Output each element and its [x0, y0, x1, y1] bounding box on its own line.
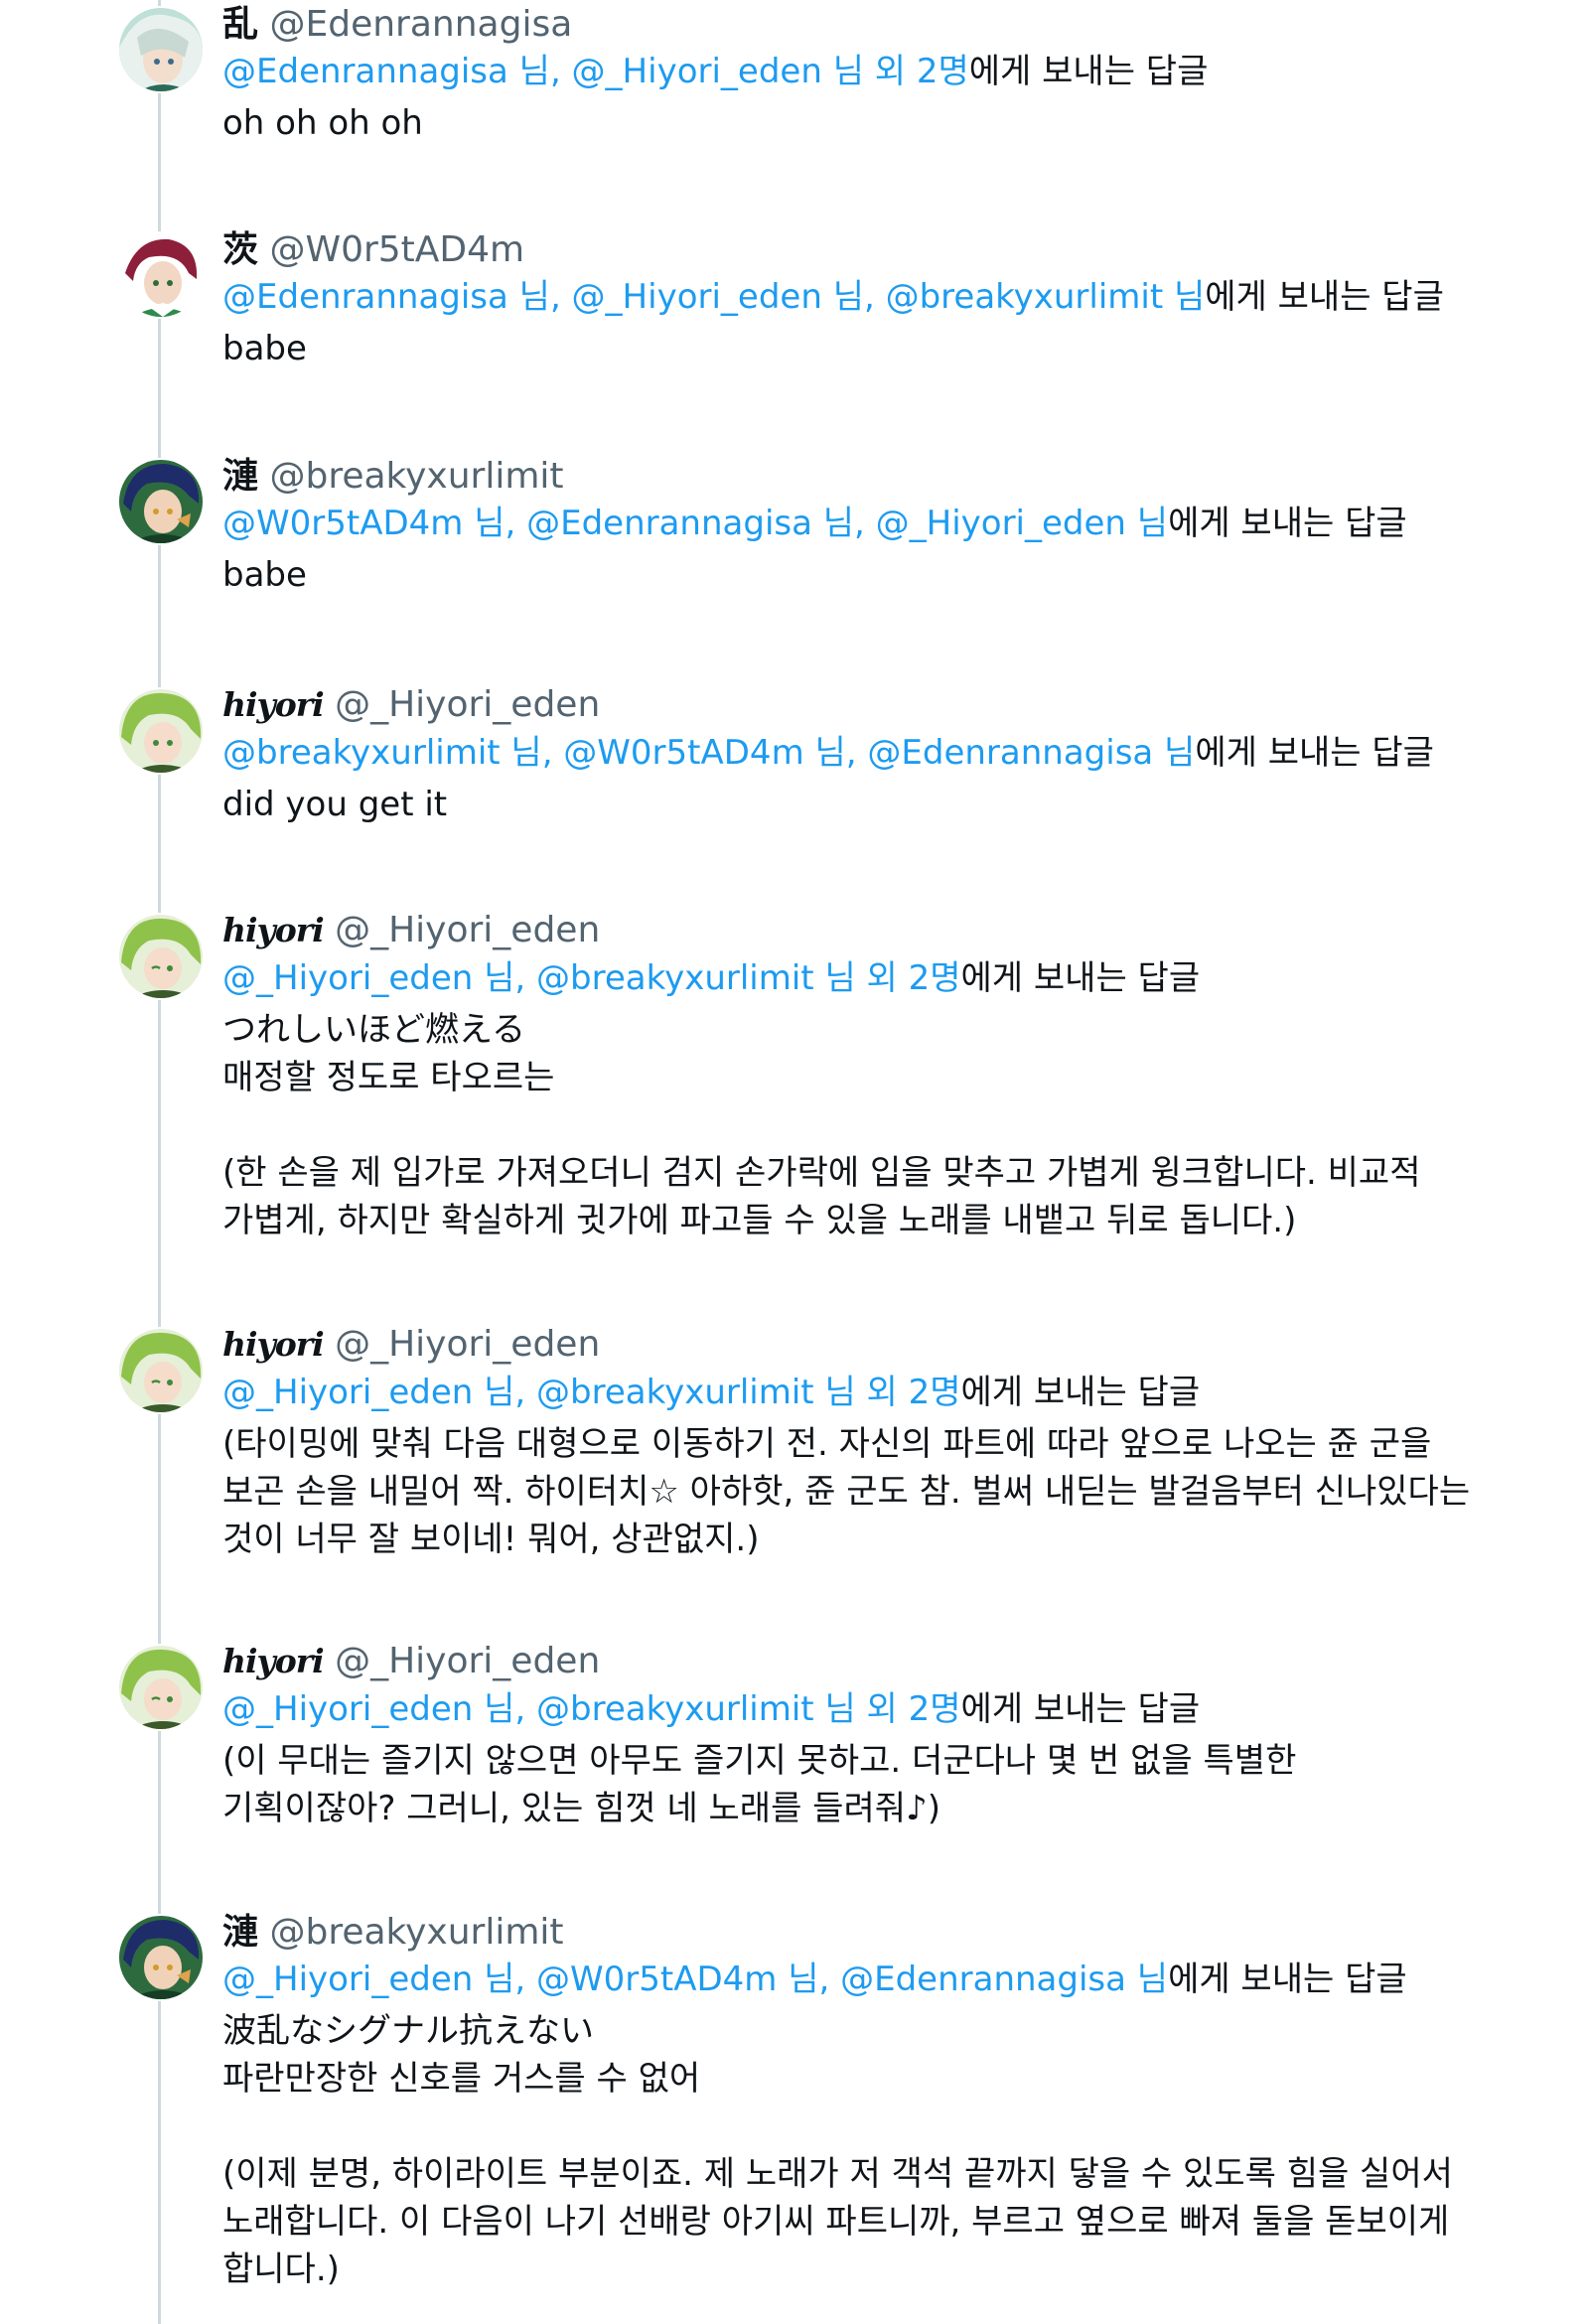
user-handle[interactable]: @breakyxurlimit: [269, 456, 563, 497]
reply-to-line: @_Hiyori_eden 님, @breakyxurlimit 님 외 2명에…: [222, 1369, 1514, 1416]
user-handle[interactable]: @breakyxurlimit: [269, 1912, 563, 1953]
jun-avatar[interactable]: [117, 458, 205, 545]
tweet-text: (타이밍에 맞춰 다음 대형으로 이동하기 전. 자신의 파트에 따라 앞으로 …: [222, 1424, 1471, 1559]
reply-to-line: @breakyxurlimit 님, @W0r5tAD4m 님, @Edenra…: [222, 729, 1514, 777]
reply-suffix: 에게 보내는 답글: [1168, 1960, 1407, 1999]
display-name[interactable]: hiyori: [222, 911, 325, 949]
reply-thread: 乱 @Edenrannagisa @Edenrannagisa 님, @_Hiy…: [0, 0, 1589, 2324]
reply-mentions[interactable]: @Edenrannagisa 님, @_Hiyori_eden 님, @brea…: [222, 277, 1205, 317]
tweet-text: 波乱なシグナル抗えない 파란만장한 신호를 거스를 수 없어 (이제 분명, 하…: [222, 2011, 1453, 2289]
user-handle[interactable]: @_Hiyori_eden: [335, 1641, 600, 1681]
jun-avatar[interactable]: [117, 1914, 205, 2001]
display-name[interactable]: 乱: [222, 3, 258, 45]
reply-to-line: @Edenrannagisa 님, @_Hiyori_eden 님 외 2명에게…: [222, 48, 1514, 95]
reply-to-line: @W0r5tAD4m 님, @Edenrannagisa 님, @_Hiyori…: [222, 500, 1514, 547]
reply-to-line: @_Hiyori_eden 님, @W0r5tAD4m 님, @Edenrann…: [222, 1956, 1514, 2003]
display-name[interactable]: hiyori: [222, 685, 325, 724]
hiyori-avatar[interactable]: [117, 687, 205, 775]
tweet-text: つれしいほど燃える 매정할 정도로 타오르는 (한 손을 제 입가로 가져오더니…: [222, 1010, 1421, 1240]
reply-to-line: @_Hiyori_eden 님, @breakyxurlimit 님 외 2명에…: [222, 954, 1514, 1002]
user-handle[interactable]: @_Hiyori_eden: [335, 1324, 600, 1365]
hiyori-avatar[interactable]: [117, 913, 205, 1000]
reply-suffix: 에게 보내는 답글: [1195, 733, 1434, 773]
reply-mentions[interactable]: @W0r5tAD4m 님, @Edenrannagisa 님, @_Hiyori…: [222, 504, 1168, 543]
display-name[interactable]: 漣: [222, 1911, 258, 1953]
reply-suffix: 에게 보내는 답글: [960, 1689, 1201, 1729]
tweet-text: (이 무대는 즐기지 않으면 아무도 즐기지 못하고. 더군다나 몇 번 없을 …: [222, 1741, 1297, 1828]
hiyori-avatar[interactable]: [117, 1327, 205, 1414]
hiyori-avatar[interactable]: [117, 1644, 205, 1731]
reply-suffix: 에게 보내는 답글: [960, 958, 1201, 998]
reply-mentions[interactable]: @breakyxurlimit 님, @W0r5tAD4m 님, @Edenra…: [222, 733, 1195, 773]
reply-to-line: @_Hiyori_eden 님, @breakyxurlimit 님 외 2명에…: [222, 1685, 1514, 1733]
display-name[interactable]: 茨: [222, 228, 258, 270]
reply-suffix: 에게 보내는 답글: [1168, 504, 1407, 543]
reply-mentions[interactable]: @_Hiyori_eden 님, @breakyxurlimit 님 외 2명: [222, 958, 961, 998]
reply-mentions[interactable]: @_Hiyori_eden 님, @W0r5tAD4m 님, @Edenrann…: [222, 1960, 1168, 1999]
tweet-text: did you get it: [222, 785, 448, 824]
ibara-avatar[interactable]: [117, 231, 205, 319]
reply-suffix: 에게 보내는 답글: [1205, 277, 1444, 317]
tweet-text: babe: [222, 329, 307, 368]
display-name[interactable]: hiyori: [222, 1642, 325, 1680]
user-handle[interactable]: @W0r5tAD4m: [269, 229, 524, 270]
reply-to-line: @Edenrannagisa 님, @_Hiyori_eden 님, @brea…: [222, 273, 1514, 321]
reply-mentions[interactable]: @_Hiyori_eden 님, @breakyxurlimit 님 외 2명: [222, 1373, 961, 1412]
user-handle[interactable]: @Edenrannagisa: [269, 4, 572, 45]
user-handle[interactable]: @_Hiyori_eden: [335, 910, 600, 950]
reply-mentions[interactable]: @_Hiyori_eden 님, @breakyxurlimit 님 외 2명: [222, 1689, 961, 1729]
reply-mentions[interactable]: @Edenrannagisa 님, @_Hiyori_eden 님 외 2명: [222, 52, 969, 91]
tweet-text: babe: [222, 555, 307, 595]
reply-suffix: 에게 보내는 답글: [968, 52, 1209, 91]
reply-suffix: 에게 보내는 답글: [960, 1373, 1201, 1412]
display-name[interactable]: hiyori: [222, 1325, 325, 1364]
user-handle[interactable]: @_Hiyori_eden: [335, 684, 600, 725]
nagisa-avatar[interactable]: [117, 6, 205, 93]
display-name[interactable]: 漣: [222, 455, 258, 497]
tweet-text: oh oh oh oh: [222, 103, 423, 143]
